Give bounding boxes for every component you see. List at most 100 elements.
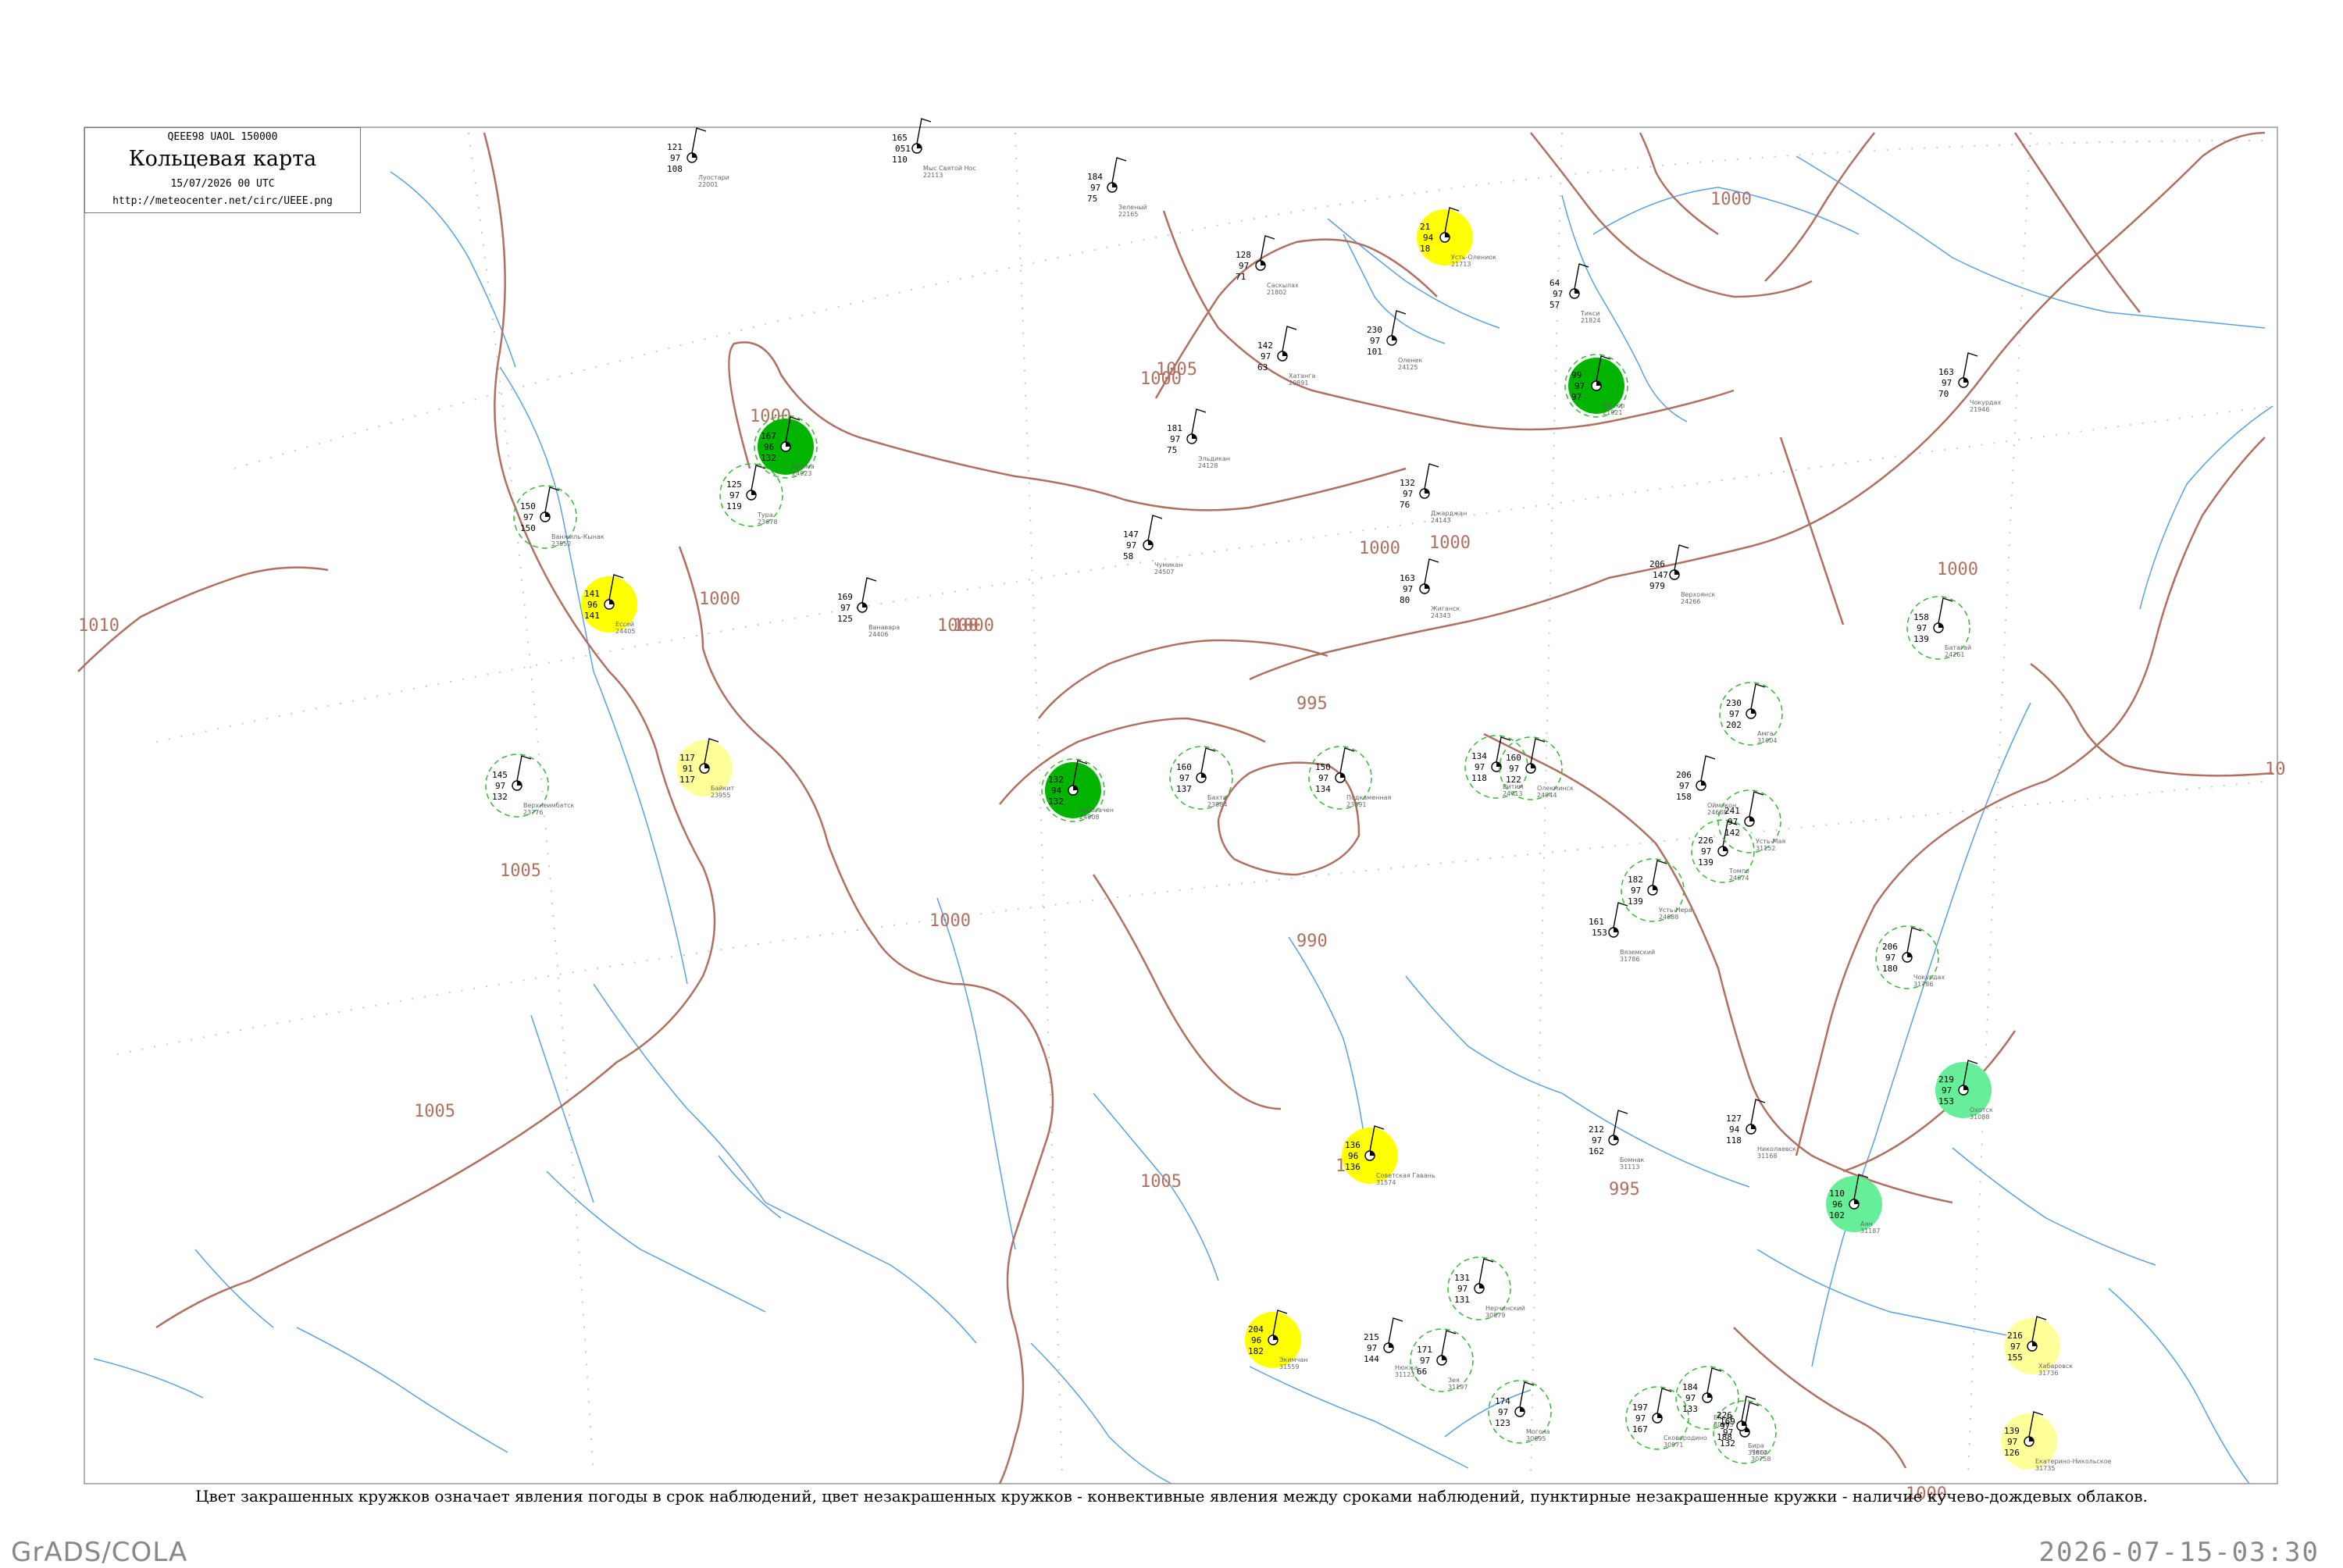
dewpoint-value: 137 [1176,784,1192,794]
temperature-value: 97 [1126,540,1136,551]
dewpoint-value: 139 [1628,896,1643,907]
dewpoint-value: 132 [492,792,508,802]
temperature-value: 97 [1729,709,1739,719]
pressure-value: 150 [520,501,536,511]
pressure-value: 171 [1417,1345,1432,1355]
station-name: Мыс Святой Нос [923,165,976,172]
temperature-value: 97 [1942,1085,1952,1096]
pressure-value: 206 [1676,770,1692,780]
dewpoint-value: 131 [1454,1295,1470,1305]
pressure-value: 215 [1364,1332,1379,1342]
pressure-value: 160 [1176,762,1192,772]
pressure-value: 181 [1167,423,1182,433]
pressure-value: 99 [1571,370,1582,380]
station-index: 23776 [523,809,543,816]
temperature-value: 94 [1051,786,1062,796]
station-index: 24923 [792,470,811,477]
station-name: Чумикан [1154,561,1182,568]
dewpoint-value: 136 [1345,1162,1361,1172]
station-index: 24944 [1537,792,1557,799]
station-name: Аян [1860,1221,1873,1228]
pressure-value: 226 [1698,836,1714,846]
dewpoint-value: 63 [1257,362,1268,372]
temperature-value: 97 [1239,261,1249,271]
station-index: 31574 [1376,1179,1396,1186]
weather-map: 1000 1005 1000 1000 1000 1000 1000 1000 1000 995 9… [77,118,2286,1504]
pressure-value: 174 [1495,1396,1510,1406]
station-name: Вяземский [1620,949,1655,956]
temperature-value: 96 [587,600,597,610]
dewpoint-value: 126 [2004,1448,2020,1458]
dewpoint-value: 123 [1495,1418,1510,1428]
station-index: 31735 [2035,1465,2055,1472]
isobar-label: 1005 [1140,1172,1182,1192]
isobar-label: 1010 [78,616,119,636]
station-index: 23884 [1207,801,1227,808]
pressure-value: 182 [1628,875,1643,885]
pressure-value: 219 [1938,1074,1954,1085]
station-index: 21921 [1603,409,1622,416]
pressure-value: 167 [761,431,776,441]
pressure-value: 141 [584,589,600,599]
station-index: 22165 [1118,211,1138,218]
station-index: 31736 [2038,1370,2058,1377]
pressure-value: 158 [1913,612,1929,622]
station-name: Чокурдах [1913,974,1945,981]
temperature-value: 97 [1090,183,1100,193]
temperature-value: 97 [1679,781,1689,791]
station-index: 31152 [1756,845,1775,852]
pressure-value: 212 [1589,1124,1604,1135]
temperature-value: 97 [1370,336,1380,346]
station-index: 31123 [1395,1371,1414,1378]
map-url[interactable]: http://meteocenter.net/circ/UEEE.png [85,195,360,207]
pressure-value: 197 [1632,1402,1648,1413]
station-name: Усть-Нера [1659,907,1692,914]
dewpoint-value: 139 [1698,857,1714,868]
temperature-value: 97 [523,512,533,522]
pressure-value: 241 [1724,806,1740,816]
pressure-value: 134 [1471,751,1487,761]
dewpoint-value: 58 [1123,551,1133,561]
station-index: 31786 [1913,981,1933,988]
dewpoint-value: 153 [1938,1096,1954,1107]
station-name: Батагай [1945,644,1971,651]
temperature-value: 153 [1592,928,1607,938]
station-name: Зея [1448,1377,1460,1384]
station-name: Тикси [1580,310,1600,317]
station-name: Бомнак [1620,1156,1645,1164]
pressure-value: 64 [1550,278,1560,288]
dewpoint-value: 182 [1248,1346,1264,1356]
dewpoint-value: 134 [1315,784,1331,794]
pressure-value: 132 [1048,775,1064,785]
station-name: Хатанга [1289,372,1315,380]
dewpoint-value: 75 [1167,445,1177,455]
temperature-value: 97 [670,153,680,163]
station-index: 23955 [711,792,730,799]
station-index: 24125 [1398,364,1418,371]
pressure-value: 136 [1345,1140,1361,1150]
legend-caption: Цвет закрашенных кружков означает явлени… [195,1487,2148,1506]
pressure-value: 226 [1717,1410,1732,1420]
station-index: 31004 [1757,737,1777,744]
station-name: Джарджан [1431,510,1467,517]
dewpoint-value: 118 [1471,773,1487,783]
dewpoint-value: 101 [1367,347,1382,357]
pressure-value: 117 [679,753,695,763]
temperature-value: 97 [1179,773,1189,783]
dewpoint-value: 117 [679,775,695,785]
pressure-value: 121 [667,142,683,152]
temperature-value: 97 [1509,764,1519,774]
station-name: Могоча [1526,1428,1550,1435]
pressure-value: 128 [1236,250,1251,260]
station-index: 24261 [1945,651,1964,658]
station-index: 30879 [1485,1312,1505,1319]
pressure-value: 160 [1506,753,1521,763]
pressure-value: 125 [726,479,742,490]
temperature-value: 147 [1653,570,1668,580]
station-name: Верхнеимбатск [523,802,575,809]
temperature-value: 051 [895,144,911,154]
temperature-value: 97 [1170,434,1180,444]
station-name: Тура [757,511,773,519]
dewpoint-value: 180 [1882,964,1898,974]
pressure-value: 165 [892,133,908,143]
